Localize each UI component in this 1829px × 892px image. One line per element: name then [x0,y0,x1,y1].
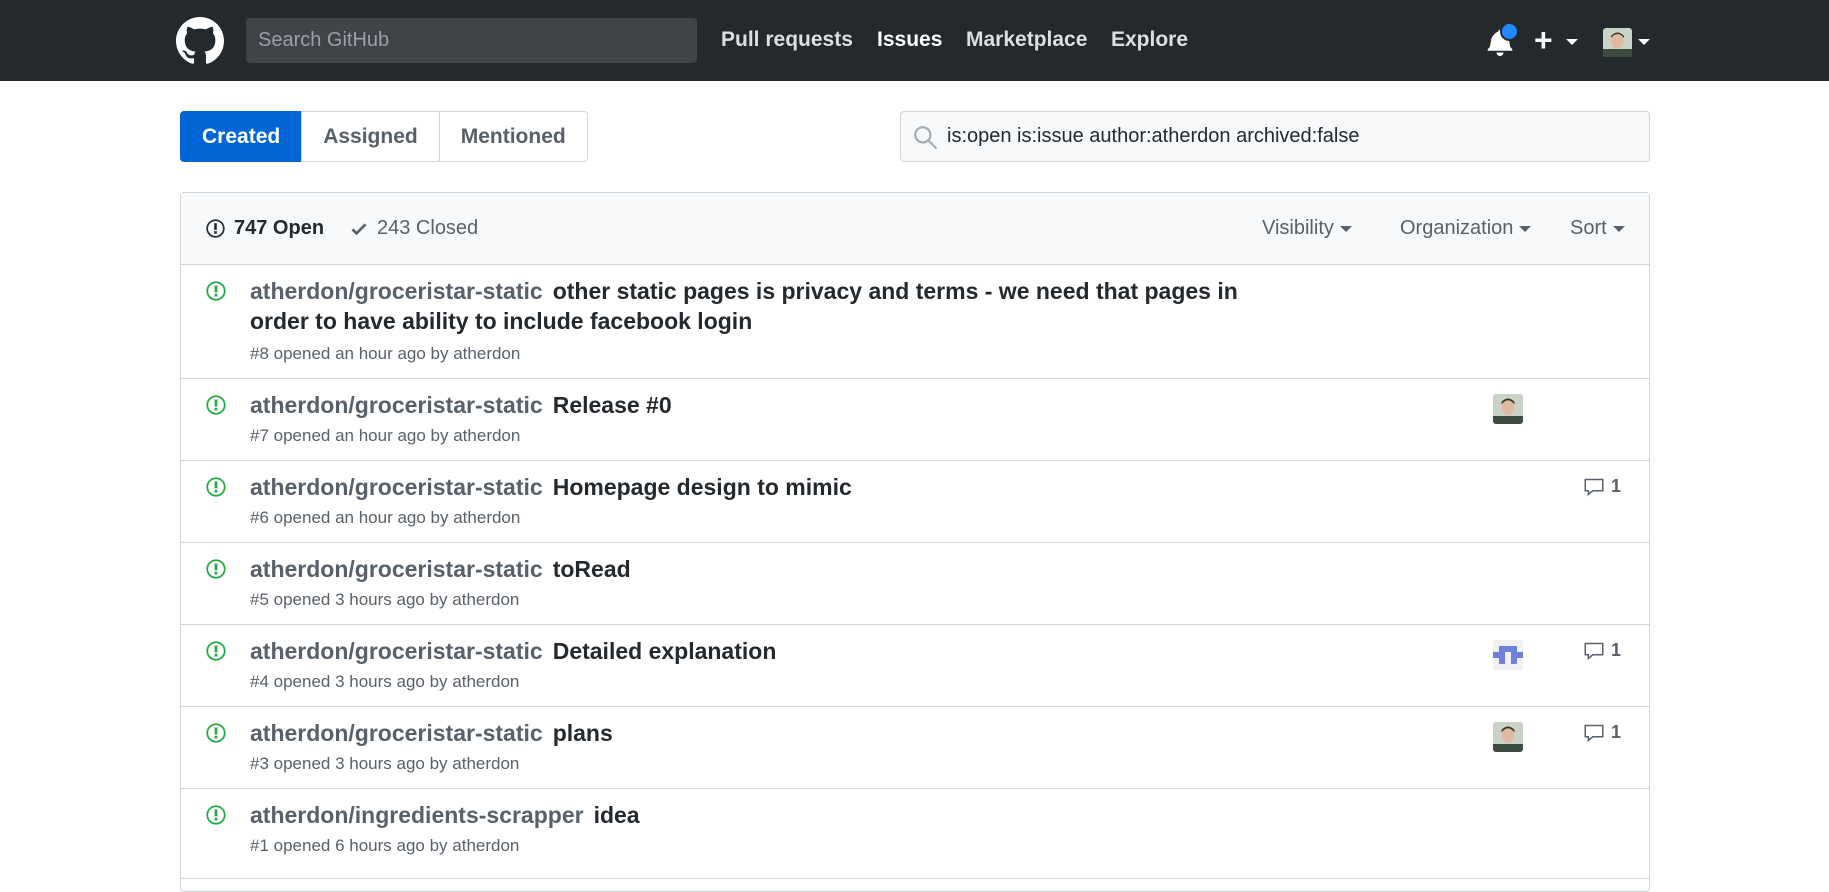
repo-link[interactable]: atherdon/groceristar-static [250,392,543,418]
issue-opened-icon [206,641,226,661]
issue-opened-icon [206,219,225,238]
issue-opened-icon [206,395,226,415]
comment-count: 1 [1611,722,1622,742]
comment-count: 1 [1611,640,1622,660]
issue-title-line: atherdon/groceristar-static Homepage desi… [250,472,1295,502]
issue-row[interactable]: atherdon/groceristar-static Release #0 #7 … [181,378,1649,461]
issue-meta: #8 opened an hour ago by atherdon [250,344,521,363]
issue-row[interactable]: atherdon/groceristar-static Detailed expl… [181,624,1649,707]
comments-link[interactable]: 1 [1583,476,1621,497]
issue-title-link[interactable]: toRead [553,556,631,582]
closed-count: 243 Closed [377,217,479,239]
header: Pull requests Issues Marketplace Explore… [0,0,1829,81]
issue-meta: #1 opened 6 hours ago by atherdon [250,836,520,855]
issue-row[interactable]: atherdon/groceristar-static other static … [181,264,1649,379]
comments-link[interactable]: 1 [1583,640,1621,661]
github-mark-icon[interactable] [176,17,224,65]
comment-icon [1584,478,1604,496]
search-icon [914,126,937,149]
subnav-assigned[interactable]: Assigned [301,111,440,162]
issue-opened-icon [206,281,226,301]
sort-label: Sort [1570,217,1607,239]
issue-title-link[interactable]: plans [553,720,613,746]
issue-title-line: atherdon/ingredients-scrapper idea [250,800,1295,830]
issue-title-line: atherdon/groceristar-static other static … [250,276,1295,336]
notification-indicator [1500,22,1519,41]
issue-title-link[interactable]: Homepage design to mimic [553,474,852,500]
issue-opened-icon [206,559,226,579]
comment-icon [1584,724,1604,742]
chevron-down-icon[interactable] [1638,39,1650,45]
issues-filter-input[interactable] [900,111,1650,162]
comment-icon [1584,642,1604,660]
visibility-menu[interactable]: Visibility [1262,217,1352,240]
issue-meta: #6 opened an hour ago by atherdon [250,508,521,527]
open-issues-filter[interactable]: 747 Open [205,217,324,240]
issue-title-link[interactable]: idea [594,802,640,828]
sort-menu[interactable]: Sort [1570,217,1625,240]
issue-title-line: atherdon/groceristar-static Release #0 [250,390,1295,420]
issue-row[interactable]: atherdon/groceristar-static Homepage desi… [181,460,1649,543]
chevron-down-icon[interactable] [1566,39,1578,45]
comment-count: 1 [1611,476,1622,496]
open-count: 747 Open [234,217,325,239]
issue-meta: #4 opened 3 hours ago by atherdon [250,672,520,691]
issues-subnav: Created Assigned Mentioned [180,111,588,162]
issue-row[interactable]: atherdon/groceristar-static toRead #5 open… [181,542,1649,625]
subnav-created[interactable]: Created [180,111,303,162]
organization-menu[interactable]: Organization [1400,217,1532,240]
repo-link[interactable]: atherdon/ingredients-scrapper [250,802,584,828]
repo-link[interactable]: atherdon/groceristar-static [250,556,543,582]
issue-title-link[interactable]: Detailed explanation [553,638,777,664]
assignee-avatar[interactable] [1493,722,1523,752]
nav-pull-requests[interactable]: Pull requests [721,28,853,52]
issue-meta: #3 opened 3 hours ago by atherdon [250,754,520,773]
issue-row[interactable]: atherdon/groceristar-static plans #3 opene… [181,706,1649,789]
search-input[interactable] [246,18,697,63]
closed-issues-filter[interactable]: 243 Closed [349,217,478,240]
issue-opened-icon [206,723,226,743]
assignee-identicon-avatar[interactable] [1493,640,1523,670]
avatar[interactable] [1603,28,1632,57]
issue-meta: #7 opened an hour ago by atherdon [250,426,521,445]
issue-title-link[interactable]: Release #0 [553,392,672,418]
issue-title-line: atherdon/groceristar-static toRead [250,554,1295,584]
repo-link[interactable]: atherdon/groceristar-static [250,278,543,304]
issue-opened-icon [206,477,226,497]
comments-link[interactable]: 1 [1583,722,1621,743]
organization-label: Organization [1400,217,1514,239]
nav-marketplace[interactable]: Marketplace [966,28,1087,52]
chevron-down-icon [1339,225,1352,232]
issue-title-line: atherdon/groceristar-static plans [250,718,1295,748]
issue-opened-icon [206,805,226,825]
issue-meta: #5 opened 3 hours ago by atherdon [250,590,520,609]
issue-row[interactable]: atherdon/ingredients-scrapper idea #1 open… [181,788,1649,879]
nav-explore[interactable]: Explore [1111,28,1188,52]
repo-link[interactable]: atherdon/groceristar-static [250,474,543,500]
chevron-down-icon [1612,225,1625,232]
assignee-avatar[interactable] [1493,394,1523,424]
visibility-label: Visibility [1262,217,1334,239]
repo-link[interactable]: atherdon/groceristar-static [250,720,543,746]
check-icon [351,222,367,235]
issues-list: 747 Open 243 Closed Visibility Organizat… [180,192,1650,892]
subnav-mentioned[interactable]: Mentioned [438,111,588,162]
chevron-down-icon [1519,225,1532,232]
issue-title-line: atherdon/groceristar-static Detailed expl… [250,636,1295,666]
issues-list-header: 747 Open 243 Closed Visibility Organizat… [181,193,1649,265]
plus-icon[interactable]: + [1534,22,1553,58]
repo-link[interactable]: atherdon/groceristar-static [250,638,543,664]
nav-issues[interactable]: Issues [877,28,942,52]
